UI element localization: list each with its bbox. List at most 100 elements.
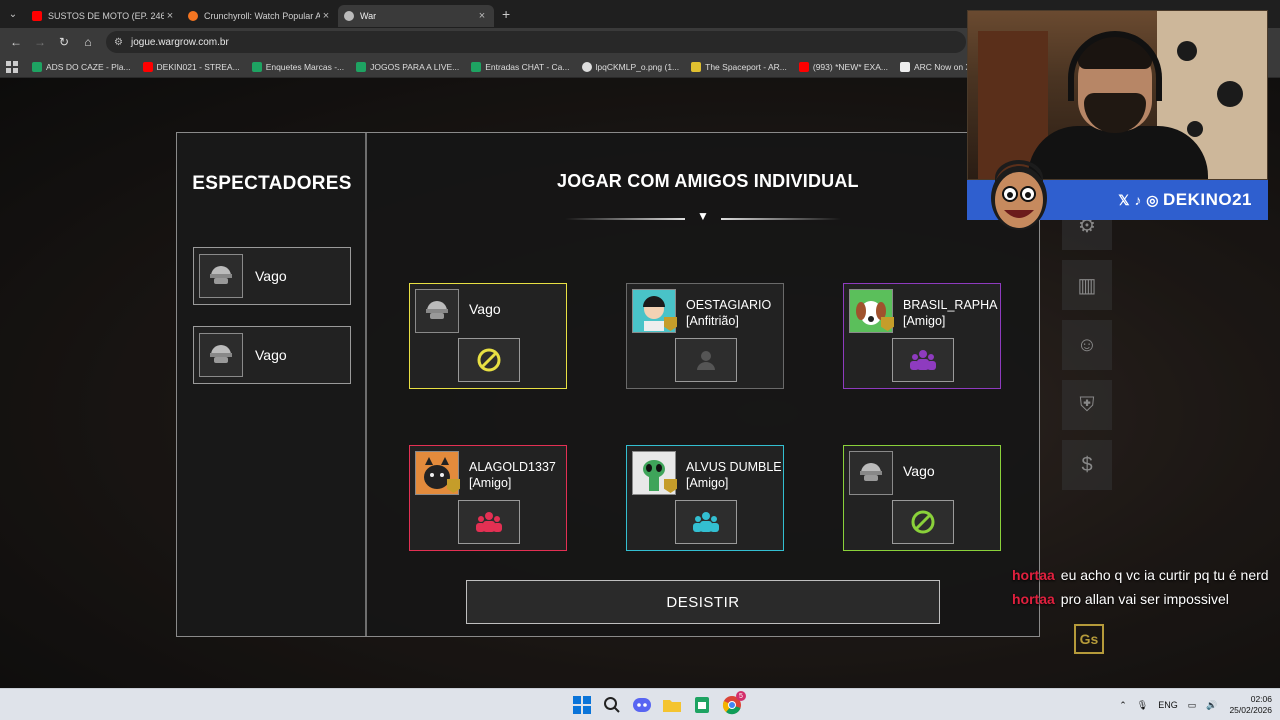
bookmark-label: lpqCKMLP_o.png (1... [595, 61, 680, 72]
helmet-avatar-icon [415, 289, 459, 333]
language-indicator[interactable]: ENG [1158, 700, 1178, 710]
rank-chevron-icon: ▼ [697, 209, 709, 223]
webcam-feed [967, 10, 1268, 180]
spaceport-icon [691, 61, 702, 72]
friends-status-button[interactable] [892, 338, 954, 382]
spectator-name: Vago [255, 268, 287, 284]
chevron-up-icon[interactable]: ⌃ [1119, 700, 1127, 711]
bookmark-item[interactable]: The Spaceport - AR... [691, 61, 787, 72]
ranking-icon[interactable]: ▥ [1062, 260, 1112, 310]
sheets-app-icon[interactable] [690, 693, 714, 717]
volume-icon[interactable]: 🔊 [1206, 700, 1217, 711]
player-name: ALVUS DUMBLE [686, 460, 782, 474]
url-input[interactable]: ⚙ jogue.wargrow.com.br [106, 31, 966, 53]
tab-label: Crunchyroll: Watch Popular Ani [204, 11, 320, 21]
mascot-avatar-icon [986, 158, 1052, 232]
group-icon [910, 350, 936, 370]
forward-icon[interactable]: → [28, 30, 52, 54]
bookmark-label: Entradas CHAT - Ca... [485, 61, 570, 72]
tab-label: SUSTOS DE MOTO (EP. 246) - Yo [48, 11, 164, 21]
bookmark-label: JOGOS PARA A LIVE... [370, 61, 460, 72]
close-tab-icon[interactable]: × [320, 10, 332, 22]
close-tab-icon[interactable]: × [476, 10, 488, 22]
sheets-icon [471, 61, 482, 72]
player-role: [Amigo] [686, 476, 729, 490]
stream-handle: DEKINO21 [1162, 190, 1252, 209]
player-slot-vacant[interactable]: Vago [843, 445, 1001, 551]
spectators-title: ESPECTADORES [192, 173, 352, 194]
quit-button[interactable]: DESISTIR [466, 580, 940, 624]
chrome-icon[interactable]: 5 [720, 691, 746, 717]
player-slot-vacant[interactable]: Vago [409, 283, 567, 389]
bookmark-item[interactable]: Entradas CHAT - Ca... [471, 61, 570, 72]
player-name: OESTAGIARIO [686, 298, 772, 312]
tab-label: War [360, 11, 377, 21]
game-side-menu: ⚙ ▥ ☺ ⛨ $ [1062, 200, 1112, 500]
back-icon[interactable]: ← [4, 30, 28, 54]
clock[interactable]: 02:06 25/02/2026 [1229, 694, 1272, 716]
chat-text: eu acho q vc ia curtir pq tu é nerd [1060, 567, 1269, 583]
bookmark-item[interactable]: Enquetes Marcas -... [251, 61, 344, 72]
browser-tab-1[interactable]: SUSTOS DE MOTO (EP. 246) - Yo × [26, 5, 182, 27]
youtube-icon [32, 11, 42, 21]
player-name: Vago [903, 463, 935, 479]
reload-icon[interactable]: ↻ [52, 30, 76, 54]
block-slot-button[interactable] [892, 500, 954, 544]
bookmark-label: (993) *NEW* EXA... [812, 61, 888, 72]
url-text: jogue.wargrow.com.br [130, 36, 229, 48]
user-icon [697, 351, 715, 370]
badge-icon[interactable]: ⛨ [1062, 380, 1112, 430]
bookmark-item[interactable]: ADS DO CAZE - Pla... [32, 61, 131, 72]
player-slot-friend[interactable]: ALVUS DUMBLE [Amigo] [626, 445, 784, 551]
globe-icon [581, 61, 592, 72]
bookmark-item[interactable]: JOGOS PARA A LIVE... [356, 61, 460, 72]
bookmark-item[interactable]: lpqCKMLP_o.png (1... [581, 61, 680, 72]
player-slot-friend[interactable]: BRASIL_RAPHA [Amigo] [843, 283, 1001, 389]
clock-time: 02:06 [1250, 694, 1272, 704]
player-name: Vago [469, 301, 501, 317]
modal-title: JOGAR COM AMIGOS INDIVIDUAL [557, 171, 859, 191]
friends-status-button[interactable] [458, 500, 520, 544]
network-icon[interactable]: ▭ [1188, 700, 1197, 711]
home-icon[interactable]: ⌂ [76, 30, 100, 54]
chat-text: pro allan vai ser impossivel [1060, 591, 1229, 607]
system-tray: ⌃ 🎙 ENG ▭ 🔊 02:06 25/02/2026 [1109, 689, 1272, 720]
stream-logo-icon: Gs [1074, 624, 1104, 654]
war-icon [344, 11, 354, 21]
tab-search-chevron-icon[interactable]: ⌄ [0, 0, 26, 28]
microphone-icon[interactable]: 🎙 [1137, 700, 1148, 711]
sheets-icon [251, 61, 262, 72]
social-icons: 𝕏 ♪ ◎ [1118, 191, 1159, 208]
group-icon [693, 512, 719, 532]
friends-icon[interactable]: ☺ [1062, 320, 1112, 370]
site-info-icon[interactable]: ⚙ [114, 37, 123, 48]
youtube-icon [798, 61, 809, 72]
spectator-slot[interactable]: Vago [193, 247, 351, 305]
block-slot-button[interactable] [458, 338, 520, 382]
browser-tab-3[interactable]: War × [338, 5, 494, 27]
sheets-icon [356, 61, 367, 72]
discord-icon[interactable] [630, 693, 654, 717]
bookmark-item[interactable]: (993) *NEW* EXA... [798, 61, 888, 72]
player-slot-host[interactable]: OESTAGIARIO [Anfitrião] [626, 283, 784, 389]
windows-start-icon[interactable] [570, 693, 594, 717]
spectator-slot[interactable]: Vago [193, 326, 351, 384]
search-icon[interactable] [600, 693, 624, 717]
bookmark-item[interactable]: DEKIN021 - STREA... [142, 61, 240, 72]
crunchyroll-icon [188, 11, 198, 21]
apps-grid-icon[interactable] [6, 60, 18, 73]
new-tab-icon[interactable]: + [502, 6, 510, 22]
player-slot-friend[interactable]: ALAGOLD1337 [Amigo] [409, 445, 567, 551]
clock-date: 25/02/2026 [1229, 705, 1272, 715]
player-role: [Amigo] [469, 476, 512, 490]
stream-chat: hortaa eu acho q vc ia curtir pq tu é ner… [1012, 566, 1272, 614]
blocked-icon [911, 510, 935, 534]
browser-tab-2[interactable]: Crunchyroll: Watch Popular Ani × [182, 5, 338, 27]
friends-status-button[interactable] [675, 500, 737, 544]
windows-taskbar: 5 ⌃ 🎙 ENG ▭ 🔊 02:06 25/02/2026 [0, 688, 1280, 720]
shop-icon[interactable]: $ [1062, 440, 1112, 490]
file-explorer-icon[interactable] [660, 693, 684, 717]
player-name: ALAGOLD1337 [469, 460, 556, 474]
x-icon [899, 61, 910, 72]
close-tab-icon[interactable]: × [164, 10, 176, 22]
